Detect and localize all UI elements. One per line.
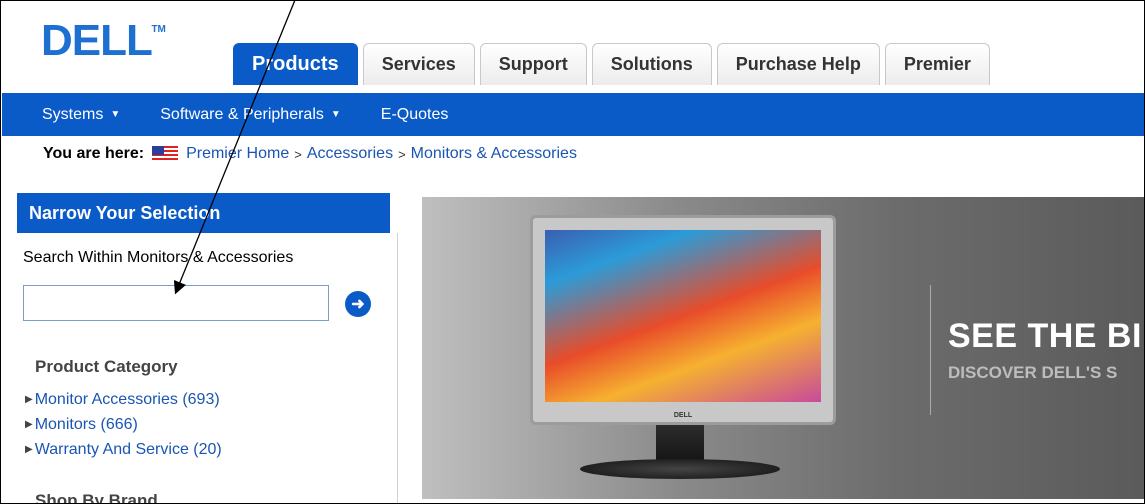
promo-banner[interactable]: DELL SEE THE BI DISCOVER DELL'S S [422, 197, 1144, 499]
breadcrumb-accessories[interactable]: Accessories [307, 145, 393, 163]
nav-software-peripherals[interactable]: Software & Peripherals ▼ [160, 106, 341, 124]
tab-premier[interactable]: Premier [884, 43, 990, 85]
triangle-right-icon: ▶ [25, 419, 33, 430]
monitor-screen [545, 230, 821, 402]
main-tabs: Products Services Support Solutions Purc… [233, 41, 995, 85]
tab-services[interactable]: Services [362, 43, 475, 85]
category-label: Warranty And Service (20) [34, 440, 222, 458]
dell-logo[interactable]: DELL TM [41, 16, 166, 65]
breadcrumb-monitors-accessories[interactable]: Monitors & Accessories [411, 145, 577, 163]
page-frame: DELL TM Products Services Support Solutio… [0, 0, 1145, 504]
breadcrumb-premier-home[interactable]: Premier Home [186, 145, 289, 163]
product-category-heading: Product Category [35, 357, 178, 376]
monitor-image: DELL [530, 215, 836, 425]
breadcrumb-label: You are here: [43, 145, 145, 162]
caret-down-icon: ▼ [110, 109, 121, 120]
category-label: Monitors (666) [34, 415, 138, 433]
banner-headline: SEE THE BI [948, 317, 1142, 355]
shop-by-brand-heading: Shop By Brand [35, 491, 158, 504]
logo-text: DELL [41, 16, 153, 65]
triangle-right-icon: ▶ [25, 394, 33, 405]
breadcrumb-separator: > [294, 146, 302, 162]
nav-systems[interactable]: Systems ▼ [42, 106, 120, 124]
category-list: ▶ Monitor Accessories (693) ▶ Monitors (66… [25, 387, 222, 462]
tab-solutions[interactable]: Solutions [591, 43, 712, 85]
triangle-right-icon: ▶ [25, 444, 33, 455]
us-flag-icon[interactable] [152, 146, 179, 162]
category-warranty-service[interactable]: ▶ Warranty And Service (20) [25, 437, 222, 462]
nav-e-quotes-label: E-Quotes [380, 105, 449, 123]
monitor-base [580, 459, 780, 479]
arrow-right-circle-icon[interactable]: ➜ [345, 291, 371, 317]
breadcrumb-separator: > [398, 146, 406, 162]
tab-support[interactable]: Support [479, 43, 587, 85]
sidebar-header: Narrow Your Selection [17, 193, 390, 233]
banner-subline: DISCOVER DELL'S S [948, 363, 1118, 382]
category-label: Monitor Accessories (693) [34, 390, 220, 408]
sub-navigation: Systems ▼ Software & Peripherals ▼ E-Quote… [2, 93, 1144, 136]
search-input[interactable] [23, 285, 329, 321]
sidebar-panel: Search Within Monitors & Accessories ➜ P… [17, 233, 398, 504]
logo-trademark: TM [151, 24, 166, 35]
caret-down-icon: ▼ [330, 109, 341, 120]
nav-systems-label: Systems [42, 105, 104, 123]
banner-divider [930, 285, 931, 415]
category-monitor-accessories[interactable]: ▶ Monitor Accessories (693) [25, 387, 222, 412]
search-label: Search Within Monitors & Accessories [23, 249, 294, 266]
monitor-brand-label: DELL [673, 412, 693, 419]
breadcrumb: You are here: Premier Home > Accessories… [43, 145, 577, 163]
nav-software-label: Software & Peripherals [160, 105, 324, 123]
tab-products[interactable]: Products [233, 43, 358, 85]
tab-purchase-help[interactable]: Purchase Help [716, 43, 880, 85]
category-monitors[interactable]: ▶ Monitors (666) [25, 412, 222, 437]
nav-e-quotes[interactable]: E-Quotes [381, 106, 449, 124]
